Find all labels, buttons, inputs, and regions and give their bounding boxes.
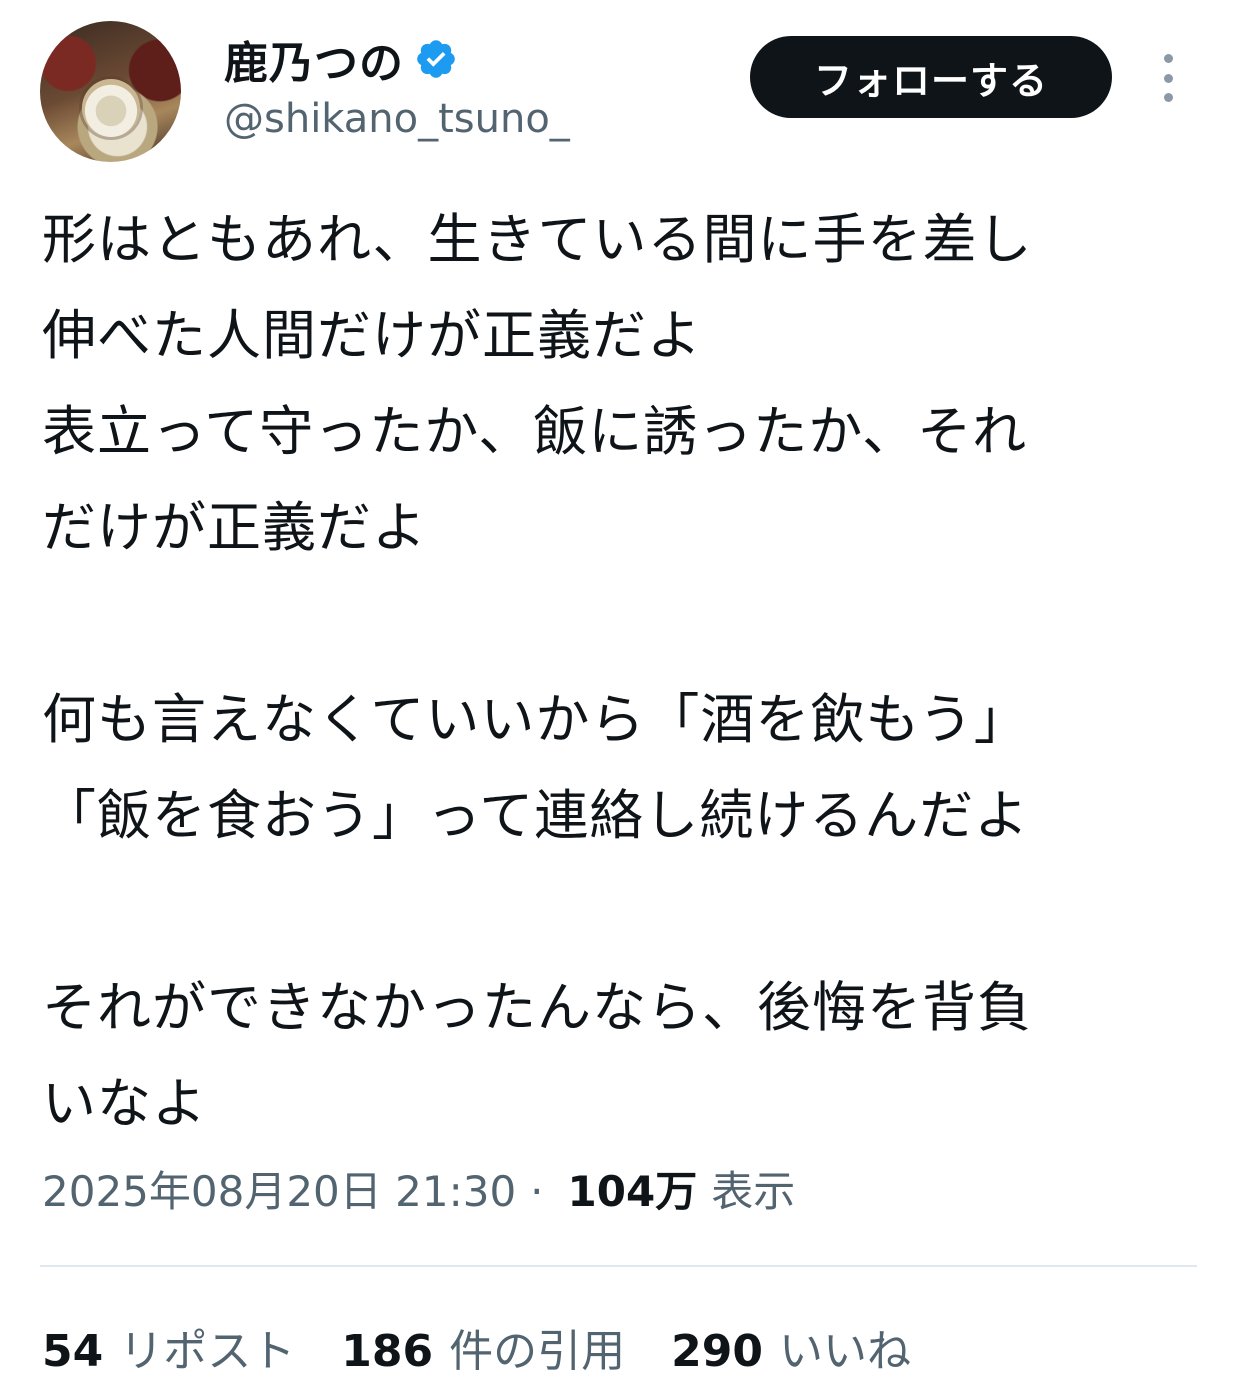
verified-badge-icon [417,40,455,78]
more-dot [1163,73,1173,83]
more-dot [1163,54,1173,63]
timestamp[interactable]: 2025年08月20日 21:30 [42,1158,516,1219]
tweet-line: 「飯を食おう」って連絡し続けるんだよ [42,784,1030,847]
reposts-count: 54 [42,1326,104,1377]
quotes-stat[interactable]: 186 件の引用 [341,1315,625,1379]
views-count: 104万 [567,1167,698,1216]
tweet-line: 伸べた人間だけが正義だよ [42,304,702,367]
quotes-label: 件の引用 [449,1326,626,1377]
tweet-line: いなよ [42,1072,207,1135]
more-options-icon[interactable] [1150,54,1186,102]
quotes-count: 186 [341,1326,434,1377]
tweet-meta: 2025年08月20日 21:30 · 104万 表示 [42,1158,795,1219]
meta-separator: · [530,1167,544,1216]
views-label: 表示 [711,1167,796,1216]
tweet-line: 表立って守ったか、飯に誘ったか、それ [42,400,1028,463]
likes-stat[interactable]: 290 いいね [671,1315,911,1379]
avatar[interactable] [40,21,181,162]
author-handle[interactable]: @shikano_tsuno_ [224,96,570,142]
likes-count: 290 [671,1326,763,1377]
avatar-photo-cup [82,79,140,137]
tweet-line: だけが正義だよ [42,496,427,559]
reposts-label: リポスト [119,1326,296,1377]
likes-label: いいね [778,1326,911,1377]
reposts-stat[interactable]: 54 リポスト [42,1315,295,1379]
tweet-text: 形はともあれ、生きている間に手を差し 伸べた人間だけが正義だよ 表立って守ったか… [42,192,1202,1152]
tweet-line: 何も言えなくていいから「酒を飲もう」 [42,688,1029,751]
more-dot [1163,93,1173,102]
divider [40,1265,1197,1267]
tweet-line: 形はともあれ、生きている間に手を差し [42,208,1033,271]
tweet-line: それができなかったんなら、後悔を背負 [42,976,1032,1039]
author-name-row: 鹿乃つの [224,27,458,91]
engagement-stats: 54 リポスト 186 件の引用 290 いいね [42,1315,957,1379]
author-name[interactable]: 鹿乃つの [224,27,404,91]
follow-button[interactable]: フォローする [750,36,1112,118]
